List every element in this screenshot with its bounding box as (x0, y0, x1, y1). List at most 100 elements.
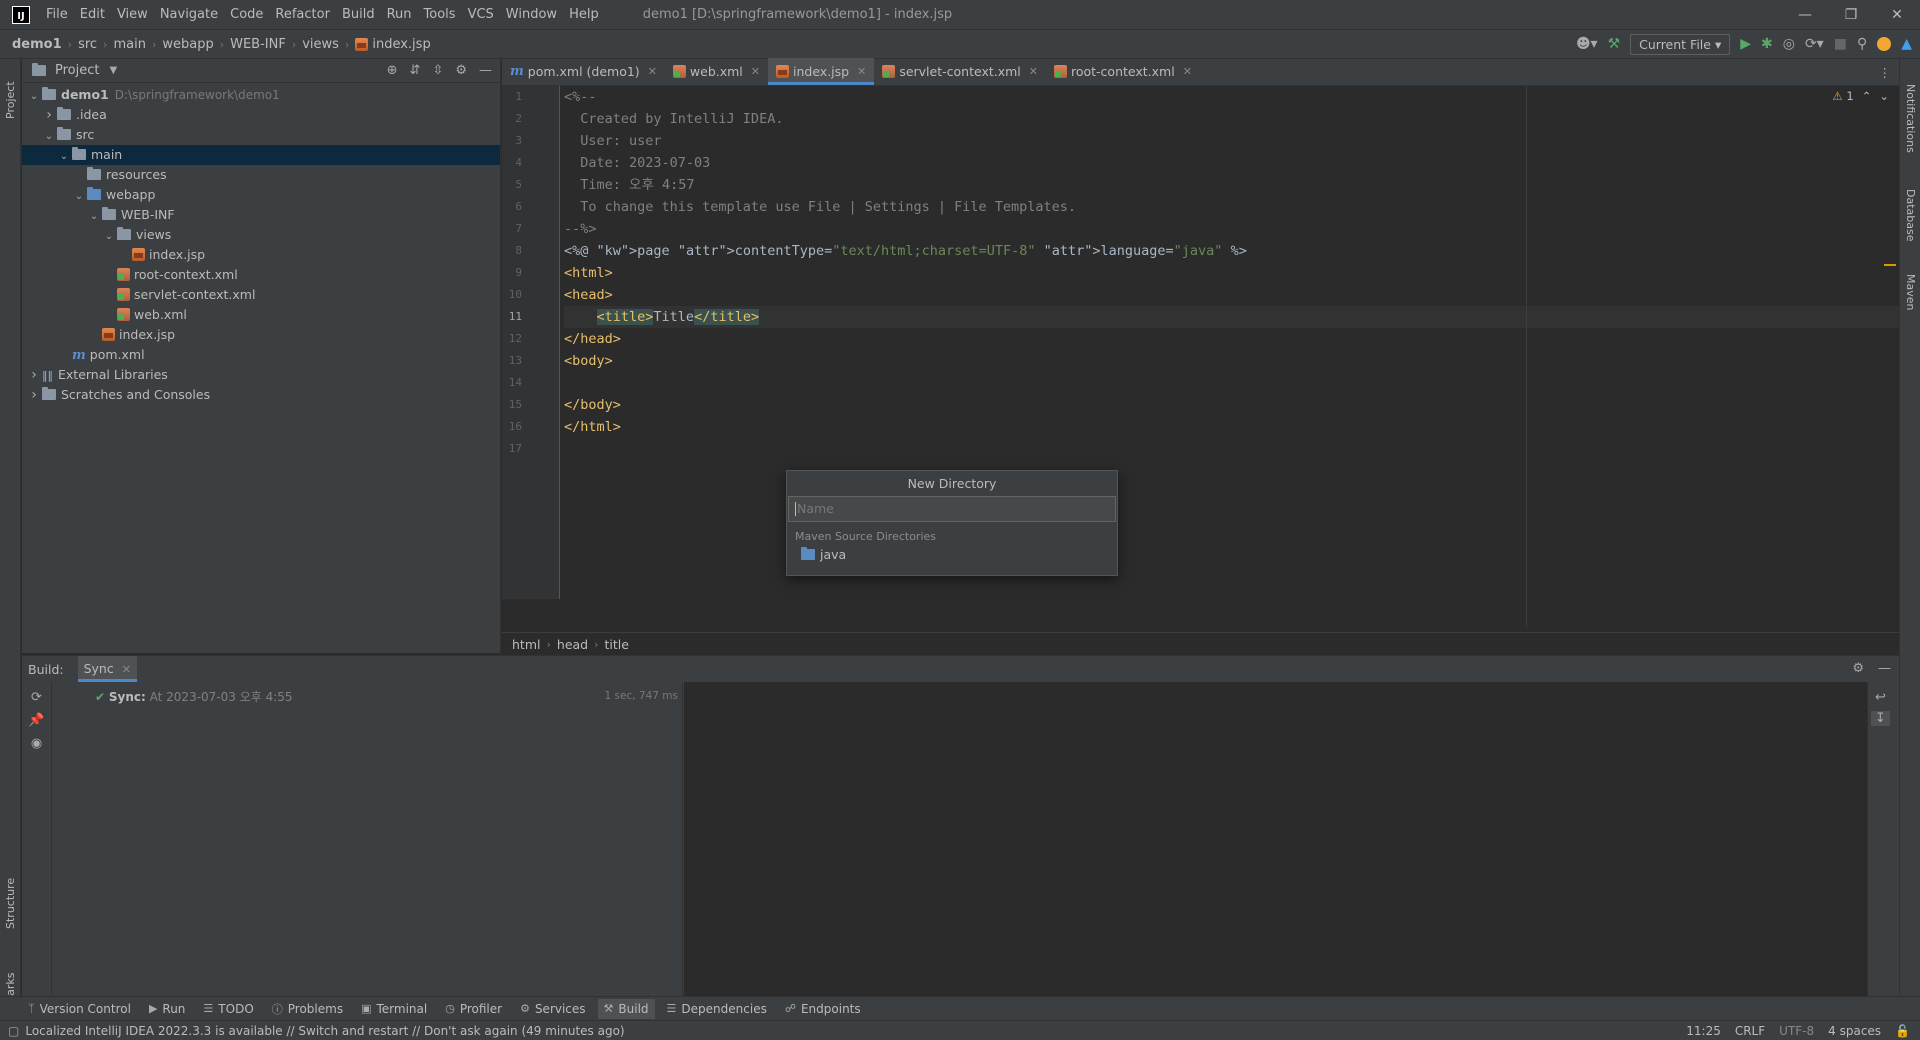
chevron-up-icon[interactable]: ⌃ (1862, 89, 1872, 103)
inspection-widget[interactable]: ⚠ 1 ⌃ ⌄ (1832, 89, 1889, 103)
directory-name-input[interactable]: Name (788, 496, 1116, 522)
pin-icon[interactable]: 📌 (22, 713, 51, 728)
build-console[interactable]: ↩ ↧ (684, 682, 1893, 997)
debug-icon[interactable]: ✱ (1761, 36, 1773, 52)
code-line[interactable]: </head> (564, 328, 621, 350)
tree-item[interactable]: root-context.xml (22, 265, 500, 285)
chevron-right-icon[interactable]: › (41, 105, 57, 125)
run-configuration-select[interactable]: Current File ▾ (1630, 33, 1731, 55)
menu-window[interactable]: Window (500, 7, 563, 22)
code-line[interactable]: </html> (564, 416, 621, 438)
indent-setting[interactable]: 4 spaces (1828, 1024, 1881, 1038)
code-line[interactable]: <%@ "kw">page "attr">contentType="text/h… (564, 240, 1247, 262)
user-icon[interactable]: ☻▾ (1576, 36, 1598, 52)
search-icon[interactable]: ⚲ (1857, 36, 1867, 52)
build-hammer-icon[interactable]: ⚒ (1608, 36, 1621, 52)
menu-edit[interactable]: Edit (74, 7, 111, 22)
breadcrumb-title[interactable]: title (605, 637, 629, 652)
tree-item[interactable]: index.jsp (22, 325, 500, 345)
structure-tool-button[interactable]: Structure (4, 878, 17, 929)
soft-wrap-icon[interactable]: ↩ (1868, 690, 1893, 705)
close-icon[interactable]: ✕ (122, 663, 131, 676)
chevron-down-icon[interactable]: ⌄ (26, 87, 42, 107)
menu-code[interactable]: Code (224, 7, 269, 22)
chevron-down-icon[interactable]: ⌄ (41, 127, 57, 147)
breadcrumb-src[interactable]: src (78, 37, 97, 52)
code-line[interactable]: </body> (564, 394, 621, 416)
hide-icon[interactable]: — (1878, 661, 1891, 676)
breadcrumb-webapp[interactable]: webapp (162, 37, 213, 52)
chevron-right-icon[interactable]: › (26, 385, 42, 405)
tree-item[interactable]: web.xml (22, 305, 500, 325)
tree-item[interactable]: m pom.xml (22, 345, 500, 365)
tree-item[interactable]: index.jsp (22, 245, 500, 265)
tree-item[interactable]: › ‖‖ External Libraries (22, 365, 500, 385)
tree-item[interactable]: › .idea (22, 105, 500, 125)
line-separator[interactable]: CRLF (1735, 1024, 1765, 1038)
menu-vcs[interactable]: VCS (462, 7, 500, 22)
menu-refactor[interactable]: Refactor (269, 7, 336, 22)
minimize-button[interactable]: — (1782, 0, 1828, 29)
run-tool-button[interactable]: ▶ Run (149, 1002, 185, 1016)
close-window-button[interactable]: ✕ (1874, 0, 1920, 29)
profiler-icon[interactable]: ⟳▾ (1805, 36, 1824, 52)
file-encoding[interactable]: UTF-8 (1779, 1024, 1814, 1038)
editor-tab[interactable]: index.jsp ✕ (768, 58, 875, 85)
code-line[interactable]: <head> (564, 284, 613, 306)
run-icon[interactable]: ▶ (1740, 36, 1751, 52)
locate-icon[interactable]: ⊕ (387, 63, 398, 78)
services-tool-button[interactable]: ⚙ Services (520, 1002, 585, 1016)
code-line[interactable]: Time: 오후 4:57 (564, 174, 694, 196)
editor-tab[interactable]: web.xml ✕ (665, 58, 768, 85)
tree-item[interactable]: › Scratches and Consoles (22, 385, 500, 405)
breadcrumb-demo1[interactable]: demo1 (12, 37, 62, 52)
jetbrains-logo-icon[interactable]: ▲ (1901, 36, 1912, 52)
menu-file[interactable]: File (40, 7, 74, 22)
dependencies-tool-button[interactable]: ☰ Dependencies (667, 1002, 767, 1016)
menu-run[interactable]: Run (381, 7, 418, 22)
sync-result-row[interactable]: ✔ Sync: At 2023-07-03 오후 4:55 (95, 688, 293, 705)
code-line[interactable]: To change this template use File | Setti… (564, 196, 1076, 218)
refresh-icon[interactable]: ⟳ (22, 690, 51, 705)
tree-item[interactable]: ⌄ WEB-INF (22, 205, 500, 225)
restore-button[interactable]: ❐ (1828, 0, 1874, 29)
editor-tab[interactable]: servlet-context.xml ✕ (874, 58, 1046, 85)
endpoints-tool-button[interactable]: ☍ Endpoints (785, 1002, 861, 1016)
hide-icon[interactable]: — (479, 63, 492, 78)
scroll-to-end-icon[interactable]: ↧ (1871, 711, 1890, 726)
database-tool-button[interactable]: Database (1904, 189, 1917, 242)
profiler-tool-button[interactable]: ◷ Profiler (445, 1002, 502, 1016)
editor-tab[interactable]: root-context.xml ✕ (1046, 58, 1200, 85)
tree-item[interactable]: servlet-context.xml (22, 285, 500, 305)
code-area[interactable]: <%-- Created by IntelliJ IDEA. User: use… (564, 86, 1899, 599)
coverage-icon[interactable]: ◎ (1783, 36, 1795, 52)
chevron-down-icon[interactable]: ⌄ (101, 227, 117, 247)
todo-tool-button[interactable]: ☰ TODO (203, 1002, 253, 1016)
menu-navigate[interactable]: Navigate (154, 7, 224, 22)
gear-icon[interactable]: ⚙ (1852, 661, 1864, 676)
eye-icon[interactable]: ◉ (22, 736, 51, 751)
menu-help[interactable]: Help (563, 7, 605, 22)
breadcrumb-web-inf[interactable]: WEB-INF (230, 37, 286, 52)
version-control-tool-button[interactable]: ᛉ Version Control (28, 1002, 131, 1016)
layout-icon[interactable]: ▢ (8, 1024, 19, 1038)
breadcrumb-main[interactable]: main (113, 37, 145, 52)
close-icon[interactable]: ✕ (648, 65, 657, 78)
tree-item[interactable]: ⌄ views (22, 225, 500, 245)
close-icon[interactable]: ✕ (1029, 65, 1038, 78)
breadcrumb-views[interactable]: views (302, 37, 339, 52)
code-line[interactable]: Created by IntelliJ IDEA. (564, 108, 783, 130)
editor-tab[interactable]: m pom.xml (demo1) ✕ (502, 58, 665, 85)
code-line[interactable]: Date: 2023-07-03 (564, 152, 710, 174)
tree-item[interactable]: resources (22, 165, 500, 185)
sync-tab[interactable]: Sync ✕ (77, 656, 137, 682)
stop-icon[interactable]: ■ (1834, 36, 1847, 52)
project-view-select[interactable]: Project (55, 63, 99, 78)
menu-view[interactable]: View (111, 7, 154, 22)
code-line[interactable]: <html> (564, 262, 613, 284)
close-icon[interactable]: ✕ (751, 65, 760, 78)
java-directory-option[interactable]: java (787, 547, 1117, 562)
chevron-right-icon[interactable]: › (26, 365, 42, 385)
caret-position[interactable]: 11:25 (1686, 1024, 1721, 1038)
chevron-down-icon[interactable]: ⌄ (1879, 89, 1889, 103)
